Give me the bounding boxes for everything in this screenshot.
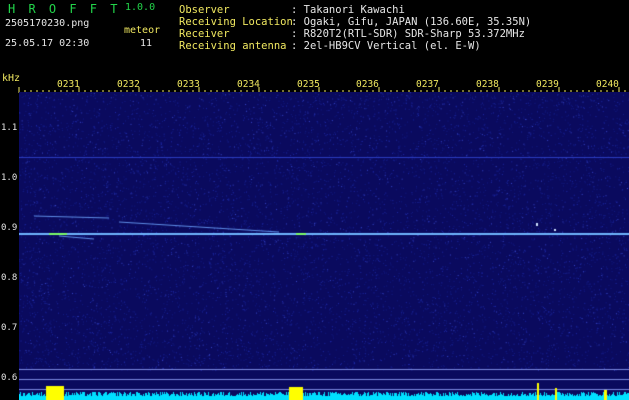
file-name: 2505170230.png <box>5 18 90 29</box>
spectrogram <box>19 92 629 400</box>
unit-label: kHz <box>2 73 21 84</box>
info-value-antenna: : 2el-HB9CV Vertical (el. E-W) <box>291 40 481 52</box>
app-version: 1.0.0 <box>125 2 156 13</box>
info-label-receiver: Receiver <box>179 28 230 40</box>
meteor-count: 11 <box>140 38 153 49</box>
info-value-observer: : Takanori Kawachi <box>291 4 405 16</box>
freq-tick-label: 1.1 <box>1 123 18 133</box>
info-value-receiver: : R820T2(RTL-SDR) SDR-Sharp 53.372MHz <box>291 28 525 40</box>
freq-tick-label: 0.8 <box>1 273 18 283</box>
info-label-location: Receiving Location <box>179 16 293 28</box>
info-value-location: : Ogaki, Gifu, JAPAN (136.60E, 35.35N) <box>291 16 532 28</box>
freq-tick-label: 1.0 <box>1 173 18 183</box>
info-label-antenna: Receiving antenna <box>179 40 287 52</box>
date-time: 25.05.17 02:30 <box>5 38 90 49</box>
meteor-label: meteor <box>124 25 161 36</box>
info-label-observer: Observer <box>179 4 230 16</box>
freq-tick-label: 0.7 <box>1 323 18 333</box>
app-name: H R O F F T <box>8 2 121 16</box>
freq-tick-label: 0.9 <box>1 223 18 233</box>
freq-tick-label: 0.6 <box>1 373 18 383</box>
